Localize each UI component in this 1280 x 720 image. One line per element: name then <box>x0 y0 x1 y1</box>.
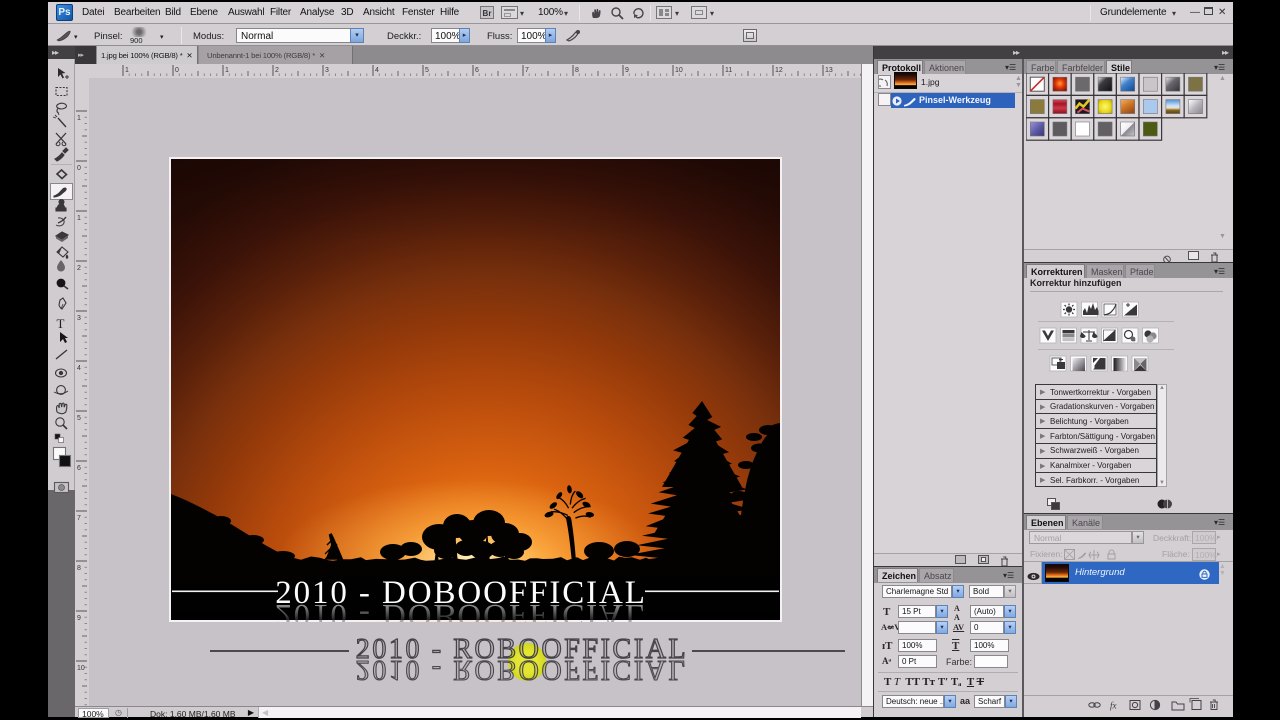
svg-text:5: 5 <box>77 415 81 422</box>
svg-text:11: 11 <box>725 67 732 74</box>
svg-text:3: 3 <box>77 315 81 322</box>
svg-text:1: 1 <box>77 215 81 222</box>
svg-text:0: 0 <box>175 67 179 74</box>
svg-text:3: 3 <box>325 67 329 74</box>
svg-text:fx: fx <box>1110 701 1117 711</box>
svg-text:0: 0 <box>77 165 81 172</box>
svg-text:4: 4 <box>375 67 379 74</box>
svg-text:2: 2 <box>275 67 279 74</box>
svg-text:6: 6 <box>475 67 479 74</box>
svg-text:8: 8 <box>575 67 579 74</box>
svg-text:7: 7 <box>525 67 529 74</box>
svg-text:9: 9 <box>625 67 629 74</box>
svg-text:7: 7 <box>77 515 81 522</box>
svg-text:1: 1 <box>77 115 81 122</box>
svg-text:4: 4 <box>77 365 81 372</box>
svg-text:6: 6 <box>77 465 81 472</box>
svg-text:9: 9 <box>77 615 81 622</box>
svg-text:10: 10 <box>77 665 85 672</box>
svg-text:T: T <box>57 316 65 331</box>
svg-text:5: 5 <box>425 67 429 74</box>
svg-text:10: 10 <box>675 67 683 74</box>
svg-text:8: 8 <box>77 565 81 572</box>
svg-text:2: 2 <box>77 265 81 272</box>
svg-text:13: 13 <box>825 67 833 74</box>
svg-text:1: 1 <box>125 67 129 74</box>
svg-text:1: 1 <box>225 67 229 74</box>
svg-text:12: 12 <box>775 67 783 74</box>
